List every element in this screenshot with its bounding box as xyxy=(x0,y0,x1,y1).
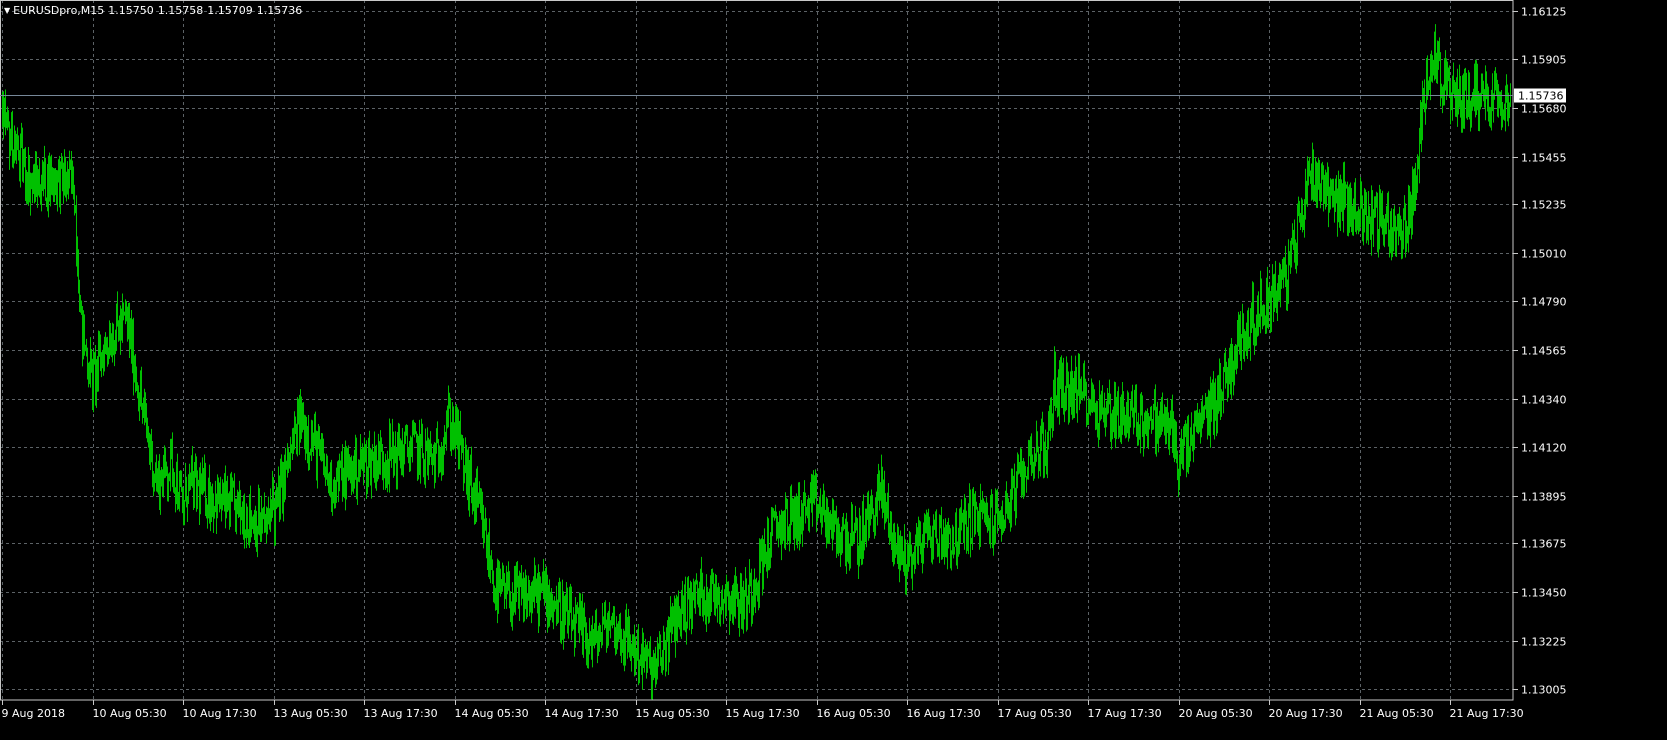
y-tick-label: 1.14790 xyxy=(1521,296,1567,309)
close-price: 1.15736 xyxy=(256,4,303,17)
y-tick-label: 1.14565 xyxy=(1521,345,1567,358)
chart-header[interactable]: ▼ EURUSDpro,M15 1.15750 1.15758 1.15709 1.157… xyxy=(4,4,302,17)
y-tick-label: 1.13895 xyxy=(1521,491,1567,504)
current-price-label: 1.15736 xyxy=(1518,90,1564,103)
x-tick-label: 20 Aug 17:30 xyxy=(1269,707,1343,720)
x-tick-label: 21 Aug 05:30 xyxy=(1360,707,1434,720)
x-tick-label: 9 Aug 2018 xyxy=(2,707,65,720)
x-tick-label: 16 Aug 05:30 xyxy=(817,707,891,720)
y-tick-label: 1.14120 xyxy=(1521,442,1567,455)
x-tick-label: 14 Aug 17:30 xyxy=(545,707,619,720)
x-tick-label: 13 Aug 05:30 xyxy=(274,707,348,720)
current-price-line: 1.15736 xyxy=(0,88,1566,103)
collapse-triangle-icon[interactable]: ▼ xyxy=(4,6,10,15)
y-tick-label: 1.15455 xyxy=(1521,152,1567,165)
time-axis[interactable]: 9 Aug 2018 10 Aug 05:30 10 Aug 17:30 13 Aug… xyxy=(2,700,1524,720)
x-tick-label: 15 Aug 17:30 xyxy=(726,707,800,720)
y-tick-label: 1.16125 xyxy=(1521,6,1567,19)
ohlc-chart[interactable]: 1.16125 1.15905 1.15680 1.15455 1.15235 1.150… xyxy=(0,0,1667,740)
x-tick-label: 17 Aug 05:30 xyxy=(998,707,1072,720)
price-bars xyxy=(2,24,1511,700)
y-tick-label: 1.15680 xyxy=(1521,103,1567,116)
x-tick-label: 10 Aug 05:30 xyxy=(93,707,167,720)
y-tick-label: 1.15010 xyxy=(1521,248,1567,261)
x-tick-label: 14 Aug 05:30 xyxy=(455,707,529,720)
y-tick-label: 1.14340 xyxy=(1521,394,1567,407)
symbol-label: EURUSDpro,M15 xyxy=(13,4,105,17)
x-tick-label: 17 Aug 17:30 xyxy=(1088,707,1162,720)
y-tick-label: 1.13225 xyxy=(1521,636,1567,649)
y-tick-label: 1.15905 xyxy=(1521,54,1567,67)
y-tick-label: 1.13450 xyxy=(1521,587,1567,600)
low-price: 1.15709 xyxy=(207,4,253,17)
open-price: 1.15750 xyxy=(108,4,154,17)
y-tick-label: 1.15235 xyxy=(1521,199,1567,212)
high-price: 1.15758 xyxy=(157,4,204,17)
x-tick-label: 21 Aug 17:30 xyxy=(1450,707,1524,720)
x-tick-label: 15 Aug 05:30 xyxy=(636,707,710,720)
y-tick-label: 1.13675 xyxy=(1521,538,1567,551)
x-tick-label: 10 Aug 17:30 xyxy=(183,707,257,720)
x-tick-label: 20 Aug 05:30 xyxy=(1179,707,1253,720)
x-tick-label: 16 Aug 17:30 xyxy=(907,707,981,720)
price-axis[interactable]: 1.16125 1.15905 1.15680 1.15455 1.15235 1.150… xyxy=(1513,6,1567,697)
y-tick-label: 1.13005 xyxy=(1521,684,1567,697)
x-tick-label: 13 Aug 17:30 xyxy=(364,707,438,720)
